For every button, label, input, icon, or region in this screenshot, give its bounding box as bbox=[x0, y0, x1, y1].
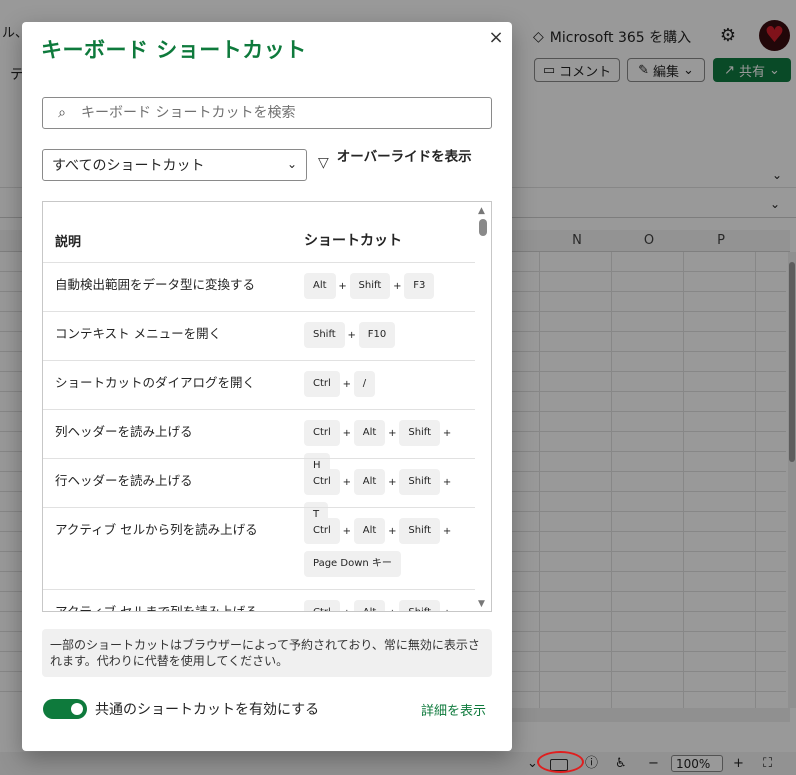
column-header-description: 説明 bbox=[55, 235, 82, 250]
plus-separator: + bbox=[388, 427, 397, 439]
show-overrides-label: オーバーライドを表示 bbox=[336, 149, 472, 165]
scrollbar-thumb[interactable] bbox=[479, 219, 487, 236]
keycap: Ctrl bbox=[304, 371, 340, 397]
shortcut-keys: Shift + F10 bbox=[304, 322, 474, 348]
plus-separator: + bbox=[393, 280, 402, 292]
shortcut-category-dropdown[interactable]: すべてのショートカット ⌄ bbox=[42, 149, 307, 181]
shortcut-table[interactable]: 説明 ショートカット 自動検出範囲をデータ型に変換する Alt + Shift + F3 コ… bbox=[42, 201, 492, 612]
plus-separator: + bbox=[342, 525, 351, 537]
plus-separator: + bbox=[338, 280, 347, 292]
table-body: 自動検出範囲をデータ型に変換する Alt + Shift + F3 コンテキスト メニューを… bbox=[43, 262, 477, 612]
keycap: Alt bbox=[353, 420, 386, 446]
keycap: Shift bbox=[399, 420, 441, 446]
table-row[interactable]: コンテキスト メニューを開く Shift + F10 bbox=[43, 311, 477, 360]
shortcut-search[interactable]: ⌕ bbox=[42, 97, 492, 129]
toggle-knob bbox=[71, 703, 83, 715]
plus-separator: + bbox=[388, 476, 397, 488]
common-shortcuts-toggle[interactable] bbox=[43, 699, 87, 719]
shortcut-keys: Ctrl + Alt + Shift + Page Down キー bbox=[304, 518, 474, 577]
scroll-down-icon[interactable]: ▼ bbox=[478, 599, 485, 609]
shortcut-description: 列ヘッダーを読み上げる bbox=[55, 424, 193, 439]
search-input[interactable] bbox=[81, 105, 491, 121]
plus-separator: + bbox=[340, 608, 354, 612]
reserved-shortcuts-notice: 一部のショートカットはブラウザーによって予約されており、常に無効に表示されます。… bbox=[42, 629, 492, 677]
keycap: Alt bbox=[353, 600, 386, 611]
plus-separator: + bbox=[342, 476, 351, 488]
keycap: Alt bbox=[353, 518, 386, 544]
keycap: Ctrl bbox=[304, 600, 340, 611]
filter-icon: ▽ bbox=[318, 155, 329, 171]
common-shortcuts-label: 共通のショートカットを有効にする bbox=[95, 702, 320, 718]
dropdown-selected-value: すべてのショートカット bbox=[52, 158, 205, 174]
shortcut-keys: Ctrl + / bbox=[304, 371, 474, 397]
keyboard-shortcuts-dialog: キーボード ショートカット × ⌕ すべてのショートカット ⌄ ▽ オーバーライ… bbox=[22, 22, 512, 751]
shortcut-keys: Ctrl+Alt+Shift+ bbox=[304, 600, 474, 612]
shortcut-description: 行ヘッダーを読み上げる bbox=[55, 473, 193, 488]
shortcut-description: アクティブ セルから列を読み上げる bbox=[55, 522, 258, 537]
table-row[interactable]: アクティブ セルまで列を読み上げるCtrl+Alt+Shift+ bbox=[43, 589, 477, 612]
show-details-link[interactable]: 詳細を表示 bbox=[421, 700, 486, 719]
table-row[interactable]: 自動検出範囲をデータ型に変換する Alt + Shift + F3 bbox=[43, 262, 477, 311]
shortcut-description: ショートカットのダイアログを開く bbox=[55, 375, 256, 390]
plus-separator: + bbox=[442, 427, 452, 439]
scroll-up-icon[interactable]: ▲ bbox=[478, 206, 485, 216]
keycap: Ctrl bbox=[304, 420, 340, 446]
plus-separator: + bbox=[442, 476, 452, 488]
plus-separator: + bbox=[347, 329, 356, 341]
plus-separator: + bbox=[440, 608, 454, 612]
keycap: Ctrl bbox=[304, 469, 340, 495]
column-header-shortcut: ショートカット bbox=[304, 233, 402, 249]
keycap: Ctrl bbox=[304, 518, 340, 544]
table-scrollbar[interactable]: ▲ ▼ bbox=[475, 202, 491, 611]
show-overrides-button[interactable]: ▽ オーバーライドを表示 bbox=[318, 149, 478, 172]
plus-separator: + bbox=[342, 427, 351, 439]
keycap: Page Down キー bbox=[304, 551, 401, 577]
plus-separator: + bbox=[388, 525, 397, 537]
table-row[interactable]: 行ヘッダーを読み上げる Ctrl + Alt + Shift + T bbox=[43, 458, 477, 528]
keycap: / bbox=[353, 371, 376, 397]
plus-separator: + bbox=[385, 608, 399, 612]
table-row[interactable]: 列ヘッダーを読み上げる Ctrl + Alt + Shift + H bbox=[43, 409, 477, 479]
table-row[interactable]: ショートカットのダイアログを開く Ctrl + / bbox=[43, 360, 477, 409]
chevron-down-icon: ⌄ bbox=[286, 157, 297, 171]
keycap: Shift bbox=[304, 322, 345, 348]
highlight-annotation bbox=[537, 751, 584, 773]
keycap: Shift bbox=[349, 273, 391, 299]
shortcut-keys: Alt + Shift + F3 bbox=[304, 273, 474, 299]
keycap: Alt bbox=[304, 273, 336, 299]
dialog-title: キーボード ショートカット bbox=[41, 38, 307, 62]
search-icon: ⌕ bbox=[58, 105, 66, 121]
keycap: Shift bbox=[399, 518, 441, 544]
close-button[interactable]: × bbox=[485, 27, 507, 49]
plus-separator: + bbox=[342, 378, 351, 390]
plus-separator: + bbox=[442, 525, 452, 537]
shortcut-description: コンテキスト メニューを開く bbox=[55, 326, 222, 341]
keycap: F10 bbox=[358, 322, 396, 348]
shortcut-description: アクティブ セルまで列を読み上げる bbox=[55, 604, 258, 612]
table-row[interactable]: アクティブ セルから列を読み上げる Ctrl + Alt + Shift + Page Dow… bbox=[43, 507, 477, 589]
shortcut-description: 自動検出範囲をデータ型に変換する bbox=[55, 277, 256, 292]
table-header: 説明 ショートカット bbox=[43, 202, 477, 262]
keycap: Shift bbox=[399, 469, 441, 495]
keycap: Alt bbox=[353, 469, 386, 495]
keycap: Shift bbox=[399, 600, 441, 611]
keycap: F3 bbox=[404, 273, 435, 299]
